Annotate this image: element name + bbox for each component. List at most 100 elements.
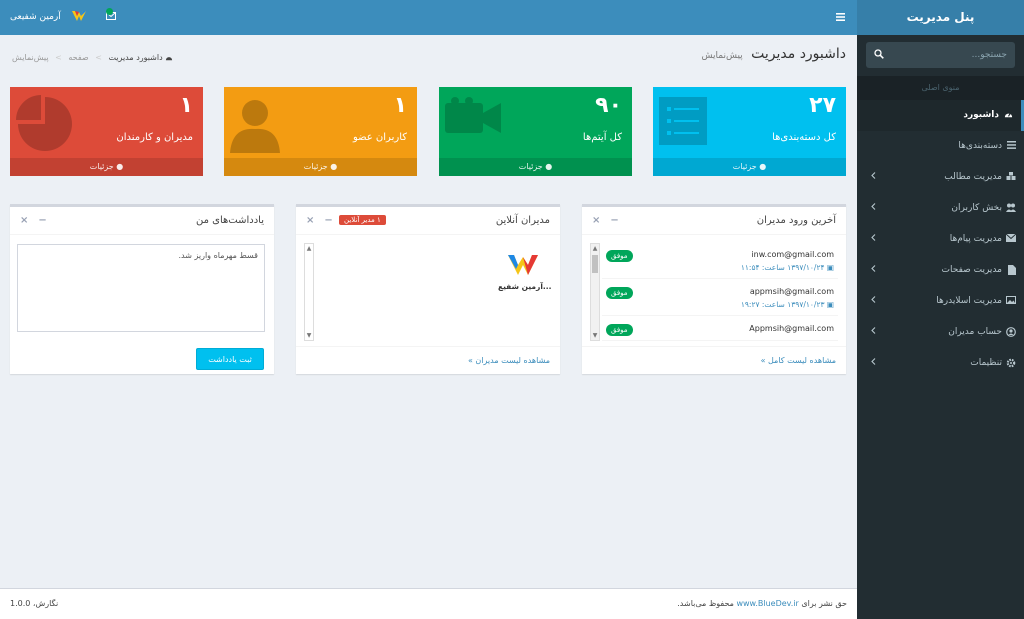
sidebar-item-sliders[interactable]: مدیریت اسلایدرها	[857, 286, 1024, 317]
box-title: مدیران آنلاین	[495, 215, 550, 226]
page-title-text: داشبورد مدیریت	[751, 46, 846, 62]
close-icon[interactable]: ×	[20, 215, 28, 226]
box-tools: × −	[20, 215, 57, 226]
list-item: inw.com@gmail.com ▣ ۱۳۹۷/۱۰/۲۴ ساعت: ۱۱:…	[602, 243, 838, 279]
chevron-left-icon	[871, 172, 876, 182]
view-admins-link[interactable]: مشاهده لیست مدیران »	[468, 356, 550, 365]
gear-icon	[1006, 358, 1016, 371]
stat-details-link[interactable]: جزئیات ●	[653, 158, 846, 176]
box-tools: × −	[306, 215, 343, 226]
box-header: مدیران آنلاین ۱ مدیر آنلاین × −	[296, 207, 560, 235]
online-user-name: آرمین شفیع...	[498, 282, 552, 291]
stat-label: کل آیتم‌ها	[582, 132, 622, 143]
arrow-circle-icon: ●	[330, 162, 338, 171]
sidebar-item-label: مدیریت صفحات	[941, 265, 1002, 275]
login-datetime: ▣ ۱۳۹۷/۱۰/۲۴ ساعت: ۱۱:۵۴	[741, 263, 834, 272]
calendar-icon: ▣	[826, 300, 834, 309]
hamburger-menu-icon[interactable]	[836, 13, 845, 24]
chevron-left-icon	[871, 203, 876, 213]
messages-envelope-icon[interactable]	[106, 8, 116, 23]
scrollbar[interactable]: ▲ ▼	[304, 243, 314, 341]
box-header: آخرین ورود مدیران × −	[582, 207, 846, 235]
user-avatar-logo[interactable]	[72, 10, 86, 25]
last-logins-box: آخرین ورود مدیران × − inw.com@gmail.com ▣…	[582, 204, 846, 374]
breadcrumb-home[interactable]: داشبورد مدیریت	[106, 53, 173, 62]
box-tools: × −	[592, 215, 629, 226]
breadcrumb-separator: >	[95, 53, 102, 62]
stat-label: مدیران و کارمندان	[116, 132, 193, 143]
stat-details-link[interactable]: جزئیات ●	[224, 158, 417, 176]
close-icon[interactable]: ×	[306, 215, 314, 226]
chevron-left-icon	[871, 327, 876, 337]
scroll-down-arrow-icon[interactable]: ▼	[306, 332, 312, 339]
save-note-button[interactable]: ثبت یادداشت	[196, 348, 264, 370]
sidebar-item-users[interactable]: بخش کاربران	[857, 193, 1024, 224]
scroll-down-arrow-icon[interactable]: ▼	[592, 332, 598, 339]
dashboard-icon	[1004, 110, 1013, 122]
my-notes-box: یادداشت‌های من × − قسط مهرماه واریز شد. ث…	[10, 204, 274, 374]
stat-details-link[interactable]: جزئیات ●	[439, 158, 632, 176]
sidebar-item-messages[interactable]: مدیریت پیام‌ها	[857, 224, 1024, 255]
login-datetime-text: ۱۳۹۷/۱۰/۲۴ ساعت: ۱۱:۵۴	[740, 263, 825, 272]
login-email: Appmsih@gmail.com	[749, 324, 834, 333]
stat-box-items: ۹۰ کل آیتم‌ها جزئیات ●	[439, 87, 632, 176]
scrollbar-thumb[interactable]	[592, 255, 598, 273]
status-badge: موفق	[606, 287, 633, 299]
search-icon[interactable]	[874, 49, 884, 62]
sidebar-item-dashboard[interactable]: داشبورد	[857, 100, 1024, 131]
stat-box-admins: ۱ مدیران و کارمندان جزئیات ●	[10, 87, 203, 176]
stat-number: ۲۷	[809, 93, 836, 118]
sidebar-item-label: دسته‌بندی‌ها	[958, 141, 1002, 151]
collapse-icon[interactable]: −	[38, 215, 46, 226]
sidebar-item-pages[interactable]: مدیریت صفحات	[857, 255, 1024, 286]
user-avatar-logo	[508, 255, 538, 280]
note-textarea[interactable]: قسط مهرماه واریز شد.	[17, 244, 265, 332]
arrow-circle-icon: ●	[116, 162, 124, 171]
image-icon	[1006, 296, 1016, 307]
breadcrumb-page[interactable]: صفحه	[68, 53, 88, 62]
arrow-circle-icon: ●	[545, 162, 553, 171]
copyright-link[interactable]: www.BlueDev.ir	[736, 599, 798, 608]
chevron-left-icon	[871, 296, 876, 306]
sidebar-item-content[interactable]: مدیریت مطالب	[857, 162, 1024, 193]
online-user[interactable]: آرمین شفیع...	[498, 253, 552, 291]
scroll-up-arrow-icon[interactable]: ▲	[592, 245, 598, 252]
online-admins-box: مدیران آنلاین ۱ مدیر آنلاین × − ▲ ▼ آرمین…	[296, 204, 560, 374]
notification-dot	[106, 8, 113, 15]
brand-logo[interactable]: پنل مدیریت	[857, 0, 1024, 35]
sidebar-item-settings[interactable]: تنظیمات	[857, 348, 1024, 379]
stat-label: کاربران عضو	[352, 132, 407, 143]
stat-details-link[interactable]: جزئیات ●	[10, 158, 203, 176]
scrollbar[interactable]: ▲ ▼	[590, 243, 600, 341]
chevron-left-icon	[871, 265, 876, 275]
version-label: نگارش، 1.0.0	[10, 599, 59, 608]
scroll-up-arrow-icon[interactable]: ▲	[306, 245, 312, 252]
stat-number: ۹۰	[595, 93, 622, 118]
users-icon	[1006, 203, 1016, 215]
sidebar-item-label: مدیریت اسلایدرها	[936, 296, 1002, 306]
stat-footer-label: جزئیات	[518, 162, 543, 171]
video-camera-icon	[445, 97, 501, 140]
collapse-icon[interactable]: −	[610, 215, 618, 226]
view-full-list-link[interactable]: مشاهده لیست کامل »	[761, 356, 836, 365]
stat-box-categories: ۲۷ کل دسته‌بندی‌ها جزئیات ●	[653, 87, 846, 176]
dashboard-icon	[166, 57, 173, 61]
list-icon	[659, 97, 707, 148]
collapse-icon[interactable]: −	[324, 215, 332, 226]
sidebar-item-admins[interactable]: حساب مدیران	[857, 317, 1024, 348]
status-badge: موفق	[606, 250, 633, 262]
close-icon[interactable]: ×	[592, 215, 600, 226]
sidebar-search-input[interactable]	[905, 42, 1015, 68]
sidebar-item-label: داشبورد	[963, 110, 999, 120]
sidebar-item-label: مدیریت پیام‌ها	[949, 234, 1002, 244]
user-name[interactable]: آرمین شفیعی	[10, 12, 61, 22]
list-item: Appmsih@gmail.com موفق	[602, 317, 838, 341]
sidebar-item-categories[interactable]: دسته‌بندی‌ها	[857, 131, 1024, 162]
page-subtitle: پیش‌نمایش	[701, 51, 743, 61]
box-title: یادداشت‌های من	[195, 215, 264, 226]
login-email: inw.com@gmail.com	[751, 250, 834, 259]
sidebar-item-label: تنظیمات	[970, 358, 1002, 368]
box-footer: مشاهده لیست کامل »	[582, 346, 846, 374]
stat-number: ۱	[179, 93, 193, 118]
status-badge: موفق	[606, 324, 633, 336]
